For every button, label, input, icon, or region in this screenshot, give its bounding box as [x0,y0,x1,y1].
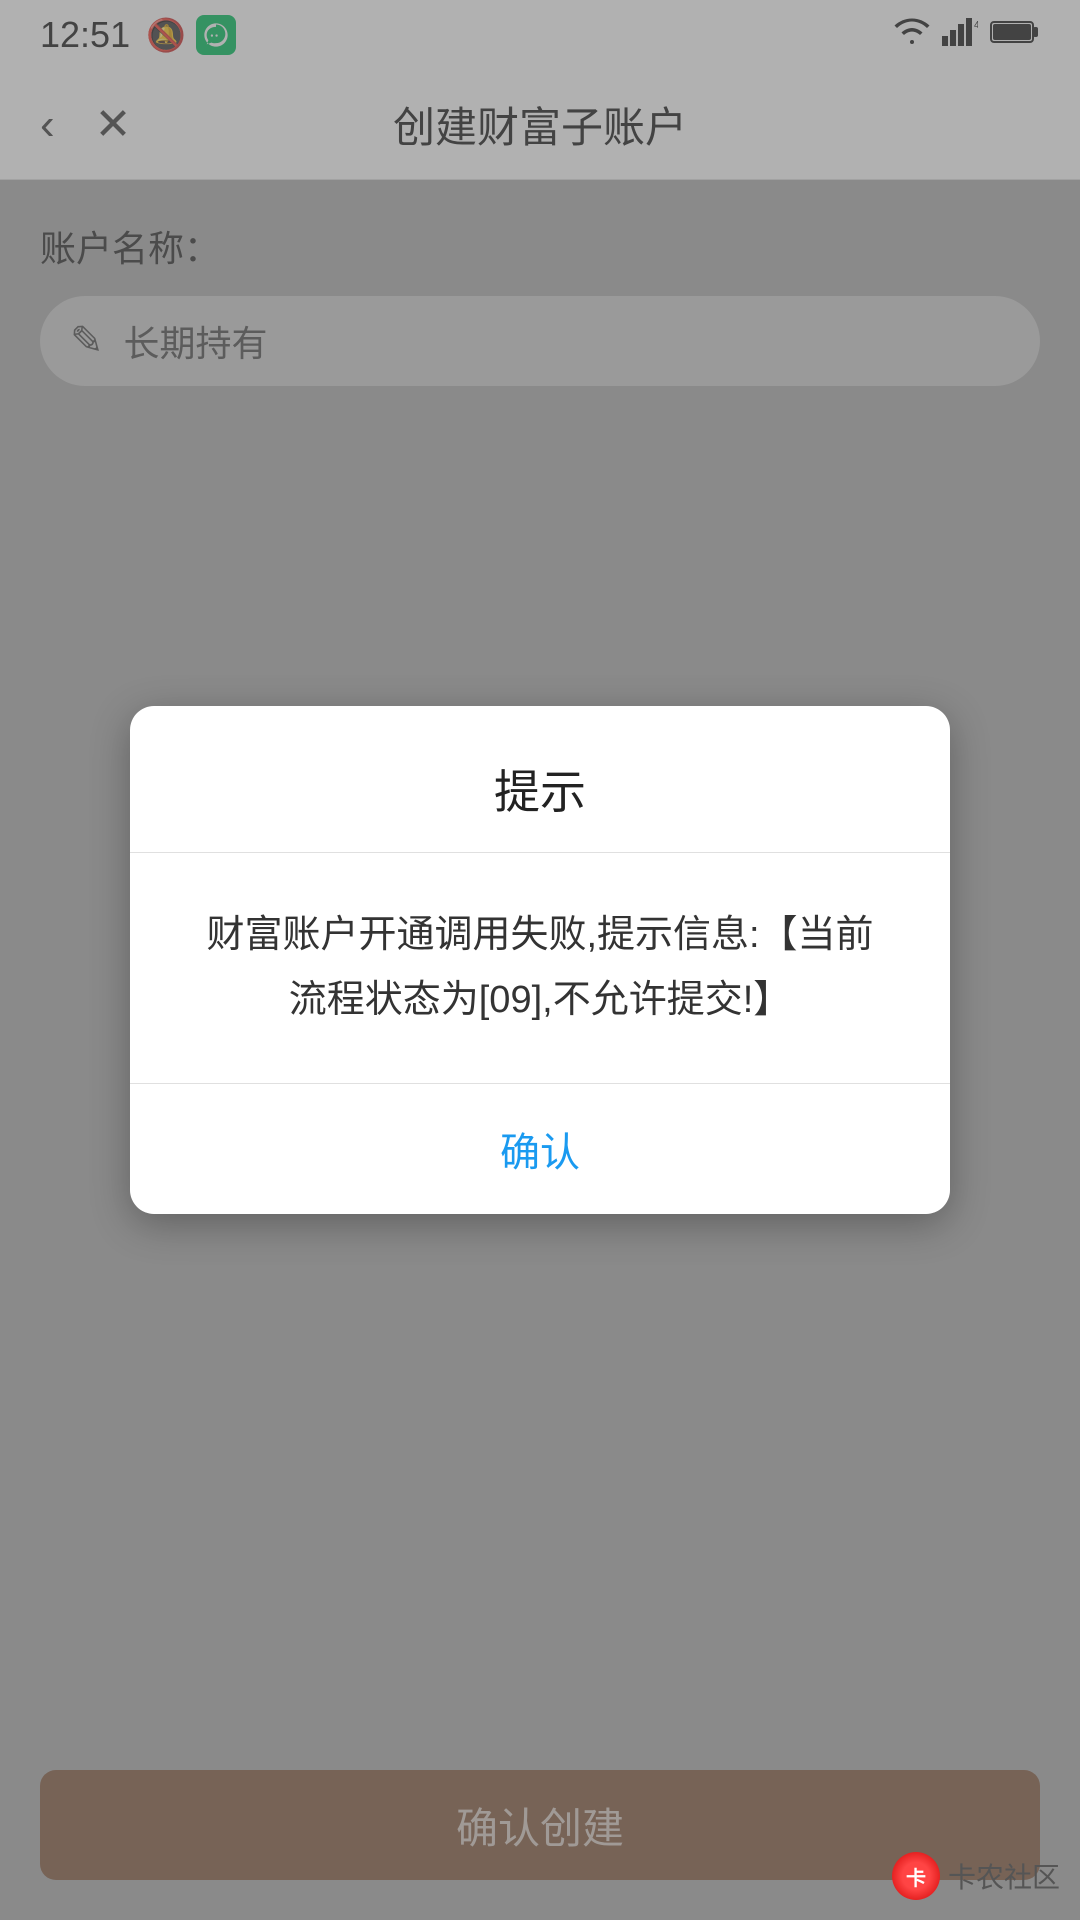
confirm-label: 确认 [500,1131,580,1175]
alert-dialog: 提示 财富账户开通调用失败,提示信息:【当前流程状态为[09],不允许提交!】 … [130,706,950,1213]
modal-header: 提示 [130,706,950,852]
modal-message: 财富账户开通调用失败,提示信息:【当前流程状态为[09],不允许提交!】 [190,903,890,1032]
watermark-text: 卡农社区 [948,1856,1060,1896]
modal-confirm-button[interactable]: 确认 [130,1084,950,1214]
modal-body: 财富账户开通调用失败,提示信息:【当前流程状态为[09],不允许提交!】 [130,853,950,1082]
modal-title: 提示 [494,766,586,818]
modal-overlay: 提示 财富账户开通调用失败,提示信息:【当前流程状态为[09],不允许提交!】 … [0,0,1080,1920]
watermark-logo-text: 卡 [906,1862,926,1891]
watermark: 卡 卡农社区 [892,1852,1060,1900]
watermark-logo: 卡 [892,1852,940,1900]
